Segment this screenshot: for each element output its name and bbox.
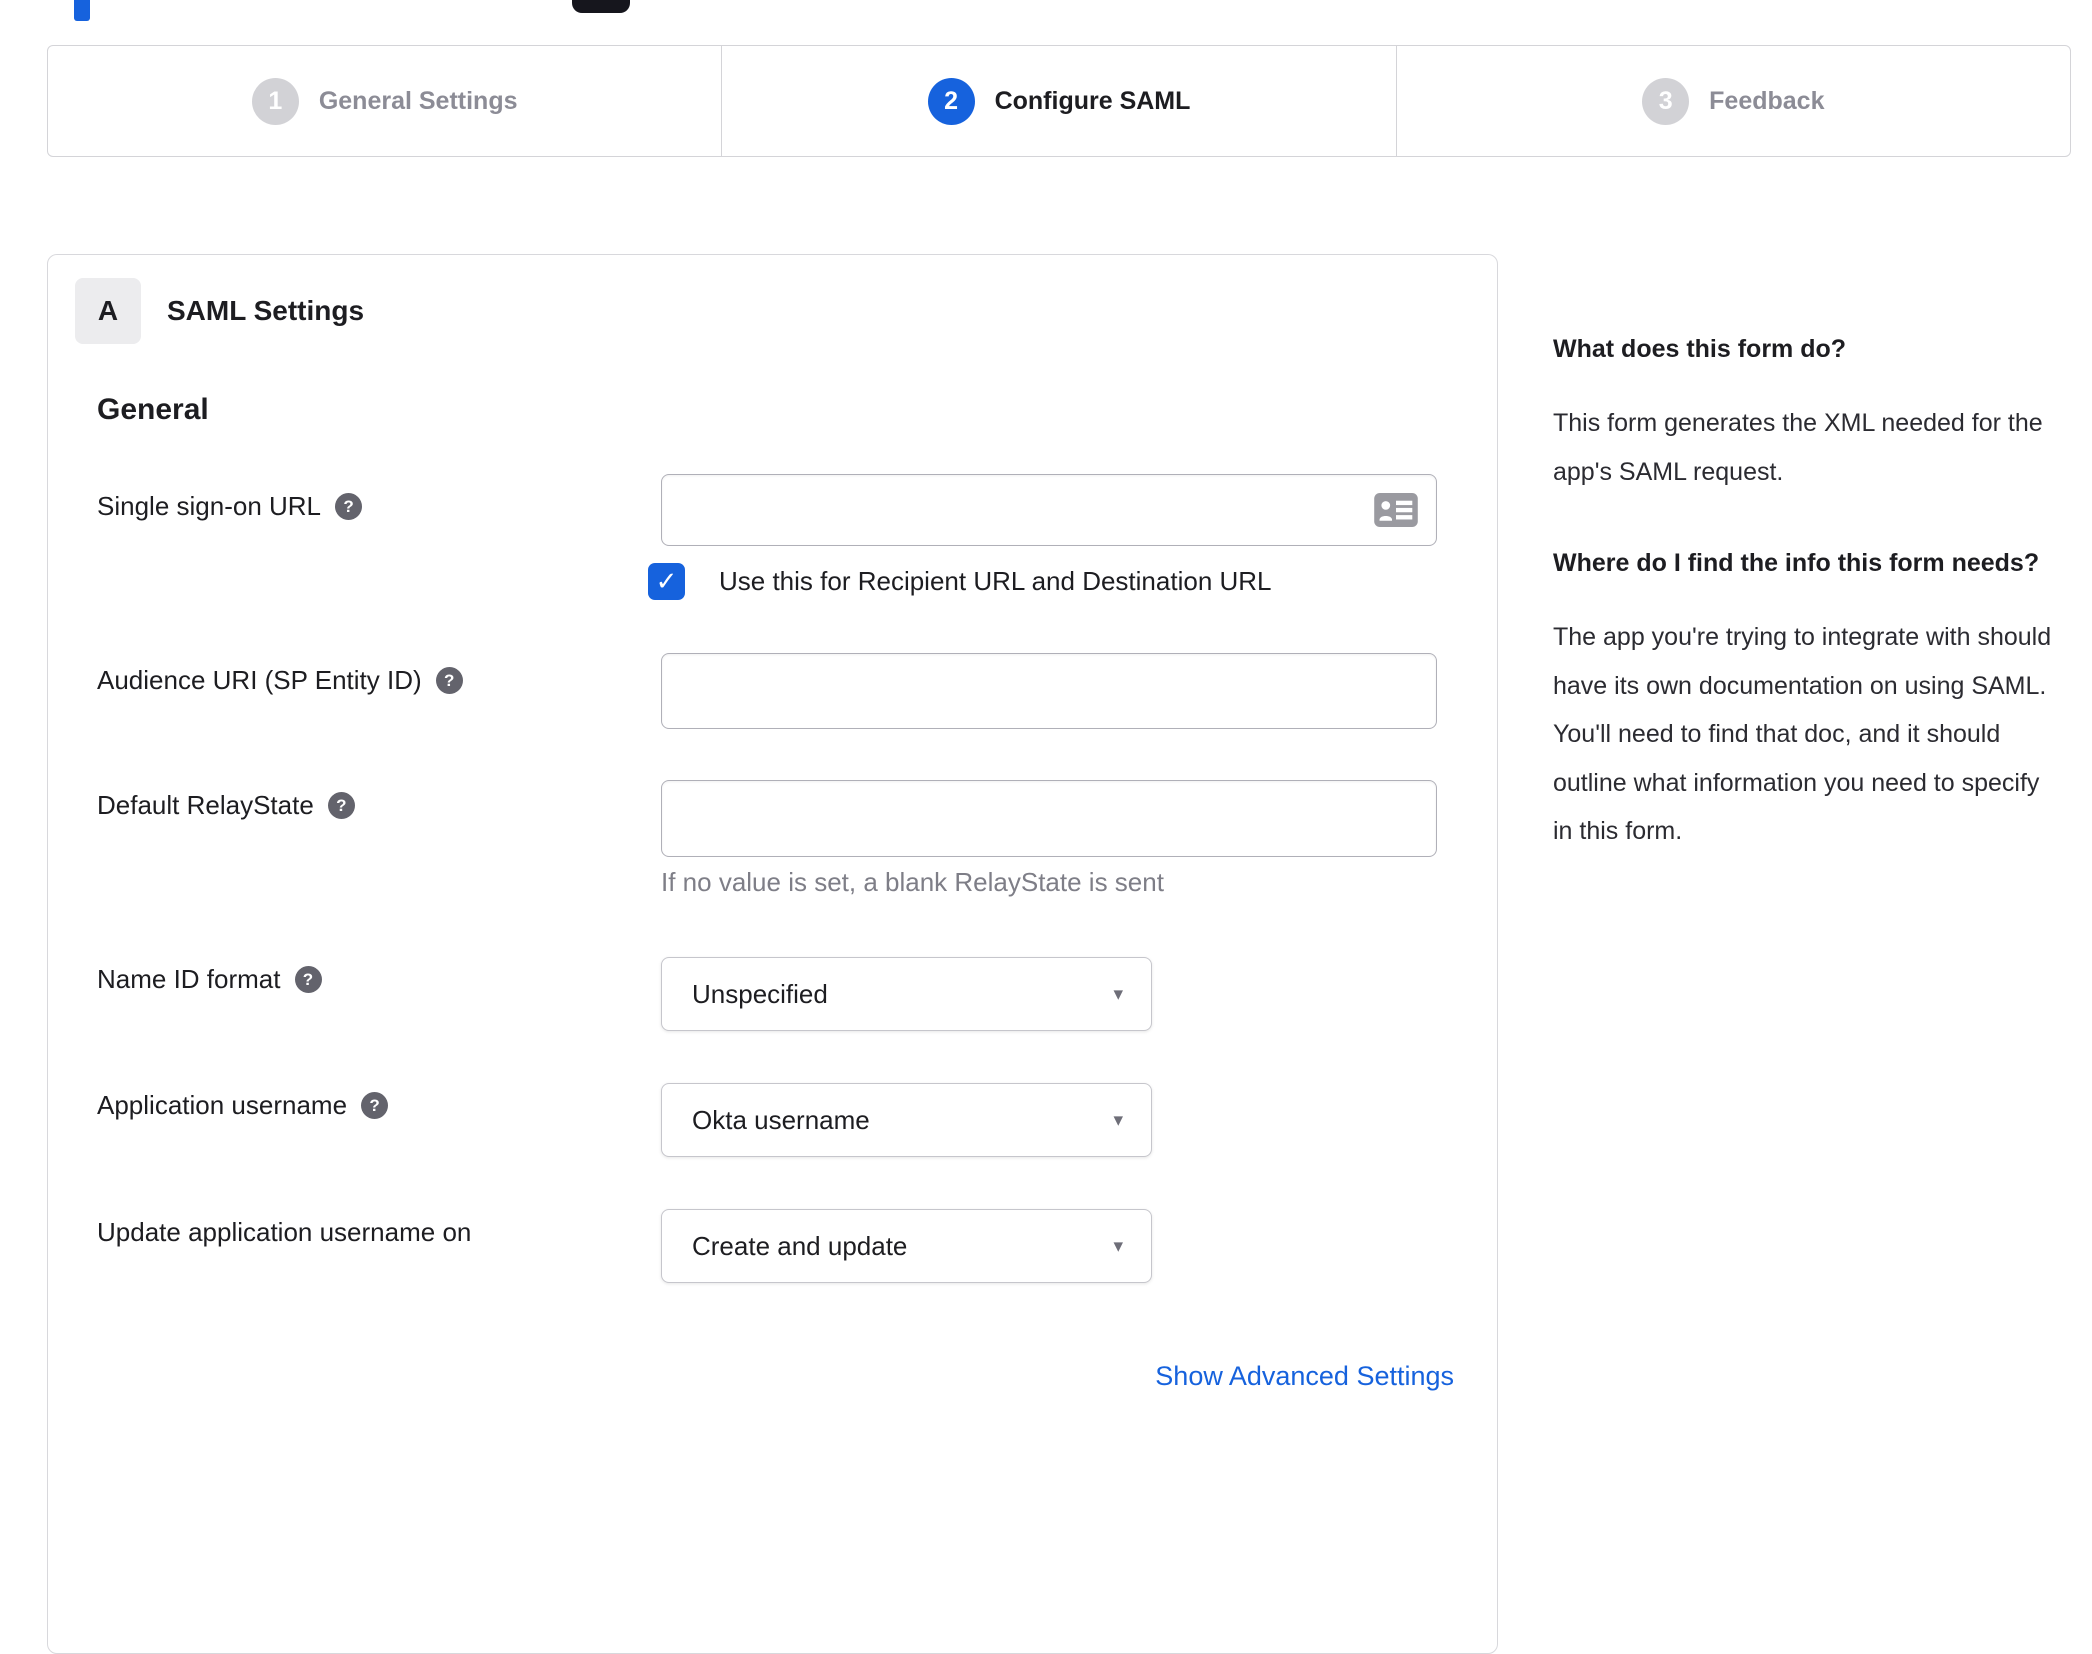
sidebar-heading-2: Where do I find the info this form needs… (1553, 549, 2040, 577)
update-username-label-text: Update application username on (97, 1217, 472, 1247)
sidebar-body-1: This form generates the XML needed for t… (1553, 409, 2043, 486)
update-username-label: Update application username on (97, 1217, 471, 1248)
update-username-value: Create and update (692, 1230, 908, 1261)
relaystate-input[interactable] (661, 780, 1437, 857)
wizard-stepper: 1 General Settings 2 Configure SAML 3 Fe… (47, 45, 2071, 157)
relaystate-hint: If no value is set, a blank RelayState i… (661, 867, 1164, 897)
show-advanced-settings-link[interactable]: Show Advanced Settings (1155, 1361, 1454, 1392)
nameid-format-value: Unspecified (692, 978, 828, 1009)
relaystate-label: Default RelayState ? (97, 790, 355, 821)
app-username-value: Okta username (692, 1104, 870, 1135)
sso-url-label-text: Single sign-on URL (97, 491, 322, 521)
sso-url-input-wrap (661, 474, 1437, 546)
audience-uri-input[interactable] (661, 653, 1437, 729)
chevron-down-icon: ▾ (1113, 1109, 1123, 1131)
contact-card-icon (1373, 492, 1419, 528)
sso-checkbox-label: Use this for Recipient URL and Destinati… (719, 566, 1272, 596)
help-icon[interactable]: ? (294, 966, 322, 993)
chevron-down-icon: ▾ (1113, 983, 1123, 1005)
help-icon[interactable]: ? (361, 1092, 389, 1119)
nameid-format-select[interactable]: Unspecified ▾ (661, 957, 1152, 1031)
audience-uri-label: Audience URI (SP Entity ID) ? (97, 665, 463, 696)
sso-url-label: Single sign-on URL ? (97, 491, 363, 522)
step-feedback[interactable]: 3 Feedback (1395, 46, 2070, 156)
app-username-label-text: Application username (97, 1090, 348, 1120)
step-general-settings[interactable]: 1 General Settings (48, 46, 721, 156)
section-letter-badge: A (75, 278, 141, 344)
help-icon[interactable]: ? (335, 493, 363, 520)
sso-checkbox-row: ✓ Use this for Recipient URL and Destina… (648, 563, 1272, 600)
help-icon[interactable]: ? (327, 792, 355, 819)
checkbox-checked[interactable]: ✓ (648, 563, 685, 600)
audience-uri-label-text: Audience URI (SP Entity ID) (97, 665, 422, 695)
relaystate-label-text: Default RelayState (97, 790, 314, 820)
nameid-format-label-text: Name ID format (97, 964, 281, 994)
step-3-label: Feedback (1709, 86, 1825, 115)
step-1-label: General Settings (318, 86, 518, 115)
sso-url-input[interactable] (661, 474, 1437, 546)
general-group-heading: General (97, 393, 209, 426)
step-1-badge: 1 (251, 77, 299, 125)
saml-settings-panel: A SAML Settings General Single sign-on U… (47, 254, 1498, 1654)
nameid-format-label: Name ID format ? (97, 964, 322, 995)
section-title: SAML Settings (167, 295, 365, 326)
app-username-label: Application username ? (97, 1090, 389, 1121)
step-2-label: Configure SAML (994, 86, 1191, 115)
cutoff-dark-icon-fragment (572, 0, 630, 13)
sidebar-heading-1: What does this form do? (1553, 335, 1847, 363)
help-icon[interactable]: ? (435, 667, 463, 694)
step-configure-saml[interactable]: 2 Configure SAML (721, 46, 1395, 156)
update-username-select[interactable]: Create and update ▾ (661, 1209, 1152, 1283)
cutoff-blue-logo-fragment (74, 0, 90, 21)
app-username-select[interactable]: Okta username ▾ (661, 1083, 1152, 1157)
step-2-badge: 2 (927, 77, 975, 125)
step-3-badge: 3 (1642, 77, 1690, 125)
chevron-down-icon: ▾ (1113, 1235, 1123, 1257)
help-sidebar: What does this form do? This form genera… (1553, 326, 2058, 900)
sidebar-body-2: The app you're trying to integrate with … (1553, 623, 2052, 845)
